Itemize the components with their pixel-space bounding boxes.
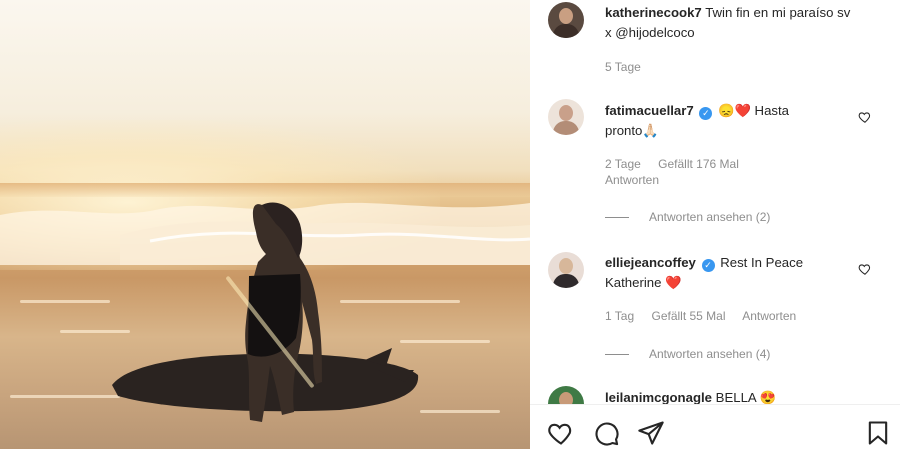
comment-icon[interactable] (592, 419, 620, 447)
comment-text: Rest In Peace (720, 255, 804, 270)
comment-likes[interactable]: Gefällt 55 Mal (651, 309, 725, 323)
paper-plane-icon[interactable] (637, 419, 665, 447)
post-caption: katherinecook7 Twin fin en mi paraíso sv… (605, 3, 855, 43)
comment-item: elliejeancoffey ✓ Rest In Peace Katherin… (605, 253, 855, 293)
verified-badge-icon: ✓ (701, 259, 715, 272)
comment-age[interactable]: 1 Tag (605, 309, 634, 323)
comment-text: BELLA 😍 (715, 390, 777, 405)
bookmark-icon[interactable] (864, 419, 892, 447)
comment-username[interactable]: elliejeancoffey (605, 255, 696, 270)
caption-username[interactable]: katherinecook7 (605, 5, 702, 20)
view-replies-label[interactable]: Antworten ansehen (4) (649, 347, 770, 361)
comment-text: pronto🙏🏻 (605, 123, 659, 138)
comment-like-heart-icon[interactable] (858, 262, 872, 276)
comment-item: fatimacuellar7 ✓ 😞❤️ Hasta pronto🙏🏻 (605, 101, 855, 141)
comment-like-heart-icon[interactable] (858, 110, 872, 124)
comments-panel[interactable]: katherinecook7 Twin fin en mi paraíso sv… (530, 0, 900, 449)
view-replies-label[interactable]: Antworten ansehen (2) (649, 210, 770, 224)
commenter-avatar[interactable] (548, 252, 584, 288)
comment-username[interactable]: fatimacuellar7 (605, 103, 694, 118)
view-replies-toggle[interactable]: Antworten ansehen (2) (605, 210, 770, 224)
comment-likes[interactable]: Gefällt 176 Mal (658, 157, 739, 171)
replies-divider (605, 217, 629, 219)
heart-icon[interactable] (547, 419, 575, 447)
surfer-silhouette (112, 202, 419, 422)
comment-text: Katherine ❤️ (605, 275, 682, 290)
caption-meta: 5 Tage (605, 60, 655, 74)
comment-text: 😞❤️ Hasta (718, 103, 790, 118)
comment-age[interactable]: 2 Tage (605, 157, 641, 171)
post-photo[interactable] (0, 0, 530, 449)
replies-divider (605, 354, 629, 356)
comment-reply-row: Antworten (605, 173, 673, 187)
view-replies-toggle[interactable]: Antworten ansehen (4) (605, 347, 770, 361)
comment-meta: 2 Tage Gefällt 176 Mal (605, 157, 753, 171)
comment-meta: 1 Tag Gefällt 55 Mal Antworten (605, 309, 810, 323)
post-action-bar (530, 404, 900, 449)
comment-username[interactable]: leilanimcgonagle (605, 390, 712, 405)
verified-badge-icon: ✓ (699, 107, 713, 120)
caption-age[interactable]: 5 Tage (605, 60, 641, 74)
reply-link[interactable]: Antworten (742, 309, 796, 323)
reply-link[interactable]: Antworten (605, 173, 659, 187)
commenter-avatar[interactable] (548, 99, 584, 135)
author-avatar[interactable] (548, 2, 584, 38)
